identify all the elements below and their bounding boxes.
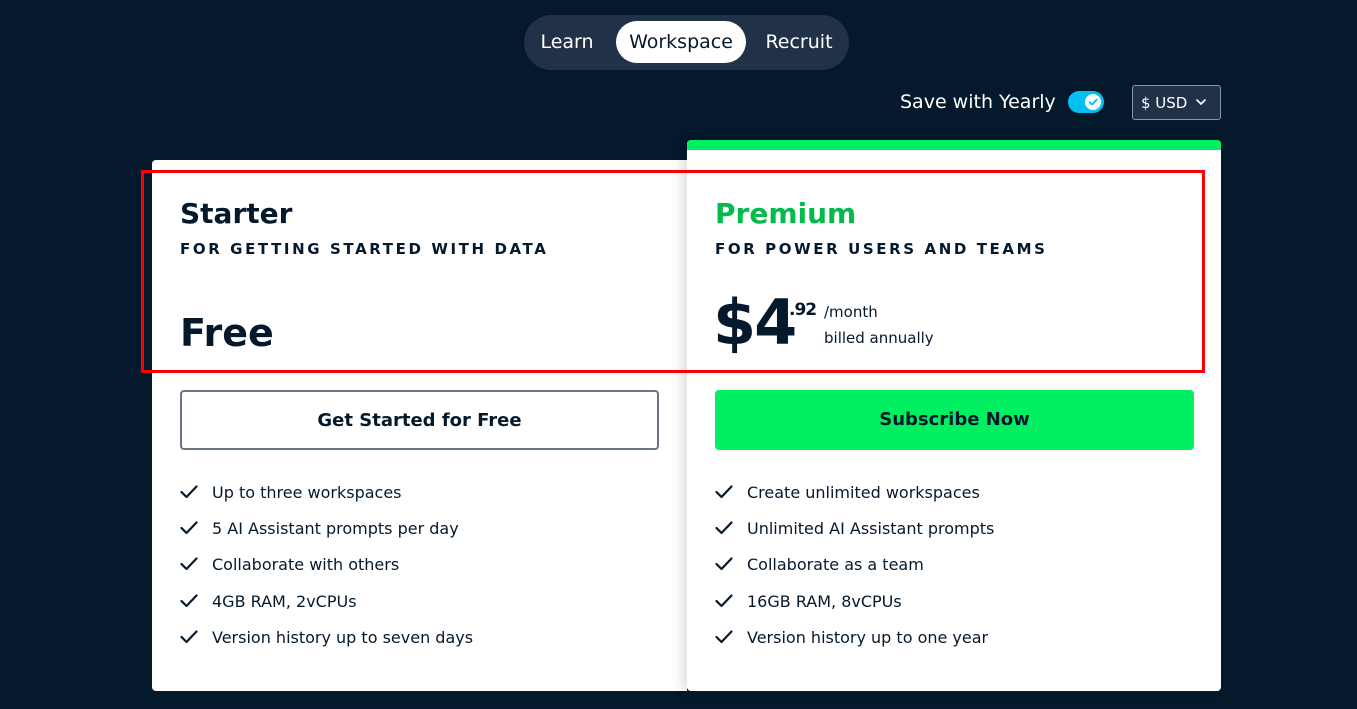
save-yearly-label: Save with Yearly <box>900 91 1056 113</box>
plan-price-cents: .92 <box>789 300 817 320</box>
chevron-down-icon <box>1196 99 1206 105</box>
get-started-free-button[interactable]: Get Started for Free <box>180 390 659 450</box>
toggle-knob <box>1085 94 1101 110</box>
plan-card-premium: Premium FOR POWER USERS AND TEAMS $4 .92… <box>687 140 1221 691</box>
tab-learn[interactable]: Learn <box>532 21 602 63</box>
premium-accent-bar <box>687 140 1221 150</box>
check-icon <box>715 630 733 643</box>
check-icon <box>180 593 198 607</box>
feature-text: Collaborate with others <box>212 555 400 575</box>
plan-price-period: /month <box>824 303 878 321</box>
plan-price: Free <box>180 311 274 355</box>
feature-text: Version history up to seven days <box>212 627 474 647</box>
feature-text: Collaborate as a team <box>747 555 924 575</box>
currency-select[interactable]: $ USD <box>1132 85 1221 120</box>
check-icon <box>1088 98 1098 106</box>
feature-text: Up to three workspaces <box>212 483 402 502</box>
check-icon <box>180 521 198 535</box>
plan-tagline: FOR GETTING STARTED WITH DATA <box>180 240 549 258</box>
feature-text: 4GB RAM, 2vCPUs <box>212 591 357 611</box>
check-icon <box>180 485 198 499</box>
pricing-page: Learn Workspace Recruit Save with Yearly… <box>0 0 1357 709</box>
plan-card-starter: Starter FOR GETTING STARTED WITH DATA Fr… <box>152 160 687 691</box>
check-icon <box>180 630 198 643</box>
feature-text: Version history up to one year <box>747 627 989 647</box>
feature-text: Create unlimited workspaces <box>747 483 980 502</box>
check-icon <box>715 593 733 607</box>
plan-price: $4 <box>713 286 797 359</box>
product-tabs: Learn Workspace Recruit <box>524 15 849 70</box>
feature-text: Unlimited AI Assistant prompts <box>747 519 995 539</box>
tab-workspace[interactable]: Workspace <box>616 21 746 63</box>
feature-text: 5 AI Assistant prompts per day <box>212 519 459 539</box>
subscribe-now-button[interactable]: Subscribe Now <box>715 390 1194 450</box>
check-icon <box>715 557 733 571</box>
tab-recruit[interactable]: Recruit <box>756 21 842 63</box>
plan-billing-note: billed annually <box>824 329 934 347</box>
plan-tagline: FOR POWER USERS AND TEAMS <box>715 240 1048 258</box>
check-icon <box>180 557 198 571</box>
currency-label: $ USD <box>1141 94 1188 112</box>
feature-text: 16GB RAM, 8vCPUs <box>747 591 902 611</box>
check-icon <box>715 521 733 535</box>
plan-name: Premium <box>715 197 857 230</box>
yearly-toggle[interactable] <box>1068 91 1104 113</box>
plan-name: Starter <box>180 197 293 230</box>
check-icon <box>715 485 733 499</box>
